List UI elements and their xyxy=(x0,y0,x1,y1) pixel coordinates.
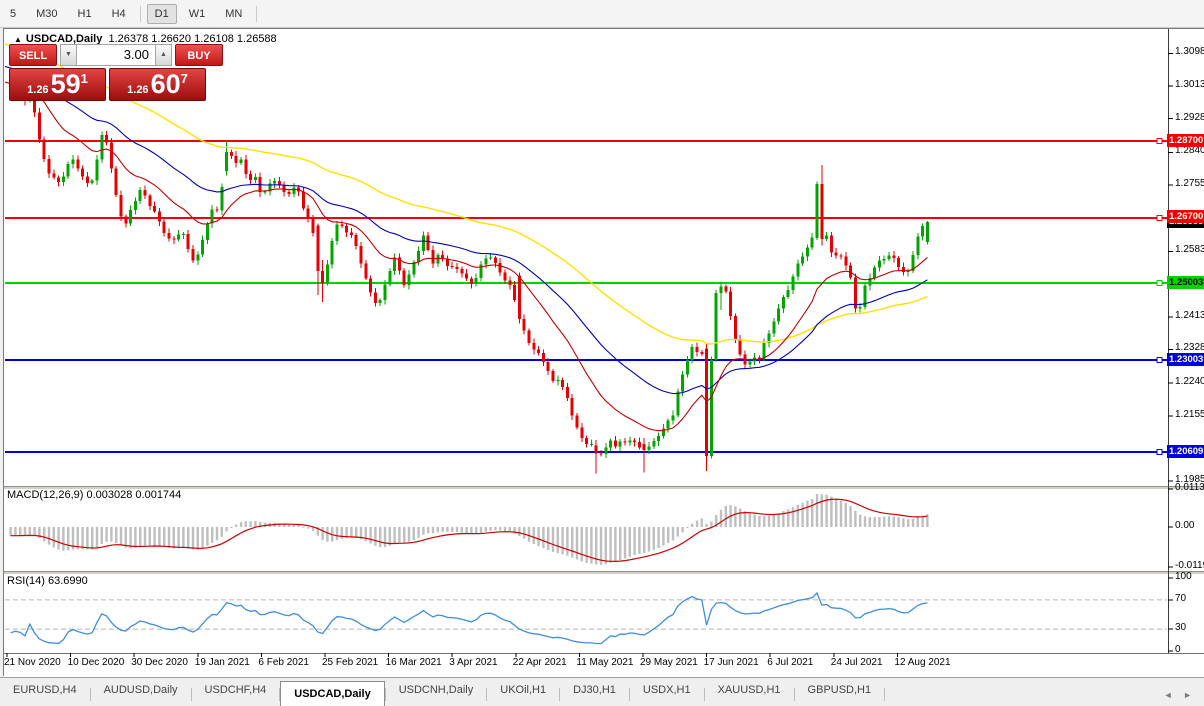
hline-price-badge: 1.25003 xyxy=(1167,276,1204,289)
date-axis-label: 3 Apr 2021 xyxy=(449,657,497,668)
tab-separator xyxy=(884,688,885,701)
chart-tab-usdcad-daily[interactable]: USDCAD,Daily xyxy=(280,681,384,706)
date-axis-label: 21 Nov 2020 xyxy=(4,657,61,668)
hline-price-badge: 1.28700 xyxy=(1167,134,1204,147)
chart-tab-usdchf-h4[interactable]: USDCHF,H4 xyxy=(192,684,280,706)
sell-price-main: 59 xyxy=(51,71,81,98)
price-axis-tick: 1.28405 xyxy=(1175,145,1204,156)
price-axis-tick: 1.29280 xyxy=(1175,112,1204,123)
hline-price-badge: 1.26700 xyxy=(1167,210,1204,223)
buy-price-box[interactable]: 1.26 60 7 xyxy=(109,68,206,101)
date-axis-label: 11 May 2021 xyxy=(576,657,633,668)
chart-window[interactable]: ▲USDCAD,Daily 1.26378 1.26620 1.26108 1.… xyxy=(3,28,1204,676)
chart-tab-gbpusd-h1[interactable]: GBPUSD,H1 xyxy=(795,684,885,706)
price-axis-tick: 1.24130 xyxy=(1175,310,1204,321)
rsi-axis-tick: 30 xyxy=(1175,622,1186,633)
date-axis-label: 6 Jul 2021 xyxy=(767,657,813,668)
chart-tab-eurusd-h4[interactable]: EURUSD,H4 xyxy=(0,684,90,706)
price-axis-tick: 1.22405 xyxy=(1175,376,1204,387)
macd-indicator-label: MACD(12,26,9) 0.003028 0.001744 xyxy=(7,489,181,501)
rsi-axis-tick: 0 xyxy=(1175,644,1181,655)
buy-button[interactable]: BUY xyxy=(175,44,223,66)
buy-price-main: 60 xyxy=(151,71,181,98)
rsi-axis-tick: 100 xyxy=(1175,571,1192,582)
buy-price-pip: 7 xyxy=(181,71,188,86)
chart-tab-usdx-h1[interactable]: USDX,H1 xyxy=(630,684,704,706)
price-axis-tick: 1.30980 xyxy=(1175,46,1204,57)
hline-price-badge: 1.20609 xyxy=(1167,445,1204,458)
price-axis-tick: 1.21555 xyxy=(1175,409,1204,420)
chart-tab-ukoil-h1[interactable]: UKOil,H1 xyxy=(487,684,559,706)
chart-tab-dj30-h1[interactable]: DJ30,H1 xyxy=(560,684,629,706)
sell-button[interactable]: SELL xyxy=(9,44,57,66)
date-axis-label: 22 Apr 2021 xyxy=(513,657,567,668)
volume-input[interactable]: 3.00 xyxy=(77,44,155,66)
macd-axis-tick: -0.01190 xyxy=(1175,560,1204,571)
price-axis-tick: 1.30130 xyxy=(1175,79,1204,90)
date-axis-label: 10 Dec 2020 xyxy=(68,657,125,668)
collapse-icon[interactable]: ▲ xyxy=(14,35,22,44)
mt4-window: 5M30H1H4D1W1MN ▲USDCAD,Daily 1.26378 1.2… xyxy=(0,0,1204,705)
chart-tab-audusd-daily[interactable]: AUDUSD,Daily xyxy=(91,684,191,706)
date-axis-label: 30 Dec 2020 xyxy=(131,657,188,668)
sell-price-box[interactable]: 1.26 59 1 xyxy=(9,68,106,101)
buy-price-prefix: 1.26 xyxy=(127,82,148,98)
macd-axis-tick: 0.00 xyxy=(1175,520,1194,531)
date-axis-label: 19 Jan 2021 xyxy=(195,657,250,668)
volume-decrease-button[interactable]: ▼ xyxy=(60,44,77,66)
macd-axis-tick: 0.01135 xyxy=(1175,482,1204,493)
sell-price-prefix: 1.26 xyxy=(27,82,48,98)
date-axis-label: 24 Jul 2021 xyxy=(831,657,883,668)
chart-canvas[interactable] xyxy=(1,1,1204,706)
chart-tab-bar: EURUSD,H4AUDUSD,DailyUSDCHF,H4USDCAD,Dai… xyxy=(0,677,1204,706)
one-click-trade-panel: SELL ▼ 3.00 ▲ BUY 1.26 59 1 1.26 60 7 xyxy=(9,44,233,101)
date-axis-label: 25 Feb 2021 xyxy=(322,657,378,668)
rsi-indicator-label: RSI(14) 63.6990 xyxy=(7,575,88,587)
price-axis-tick: 1.25830 xyxy=(1175,244,1204,255)
sell-price-pip: 1 xyxy=(81,71,88,86)
chart-tab-usdcnh-daily[interactable]: USDCNH,Daily xyxy=(386,684,487,706)
hline-price-badge: 1.23003 xyxy=(1167,353,1204,366)
tab-scroll-arrows[interactable]: ◄ ► xyxy=(1164,690,1204,700)
date-axis-label: 29 May 2021 xyxy=(640,657,698,668)
date-axis-label: 16 Mar 2021 xyxy=(386,657,442,668)
date-axis-label: 6 Feb 2021 xyxy=(258,657,309,668)
chart-tab-xauusd-h1[interactable]: XAUUSD,H1 xyxy=(705,684,794,706)
price-axis-tick: 1.27555 xyxy=(1175,178,1204,189)
volume-increase-button[interactable]: ▲ xyxy=(155,44,172,66)
date-axis-label: 17 Jun 2021 xyxy=(704,657,759,668)
rsi-axis-tick: 70 xyxy=(1175,593,1186,604)
date-axis-label: 12 Aug 2021 xyxy=(894,657,950,668)
